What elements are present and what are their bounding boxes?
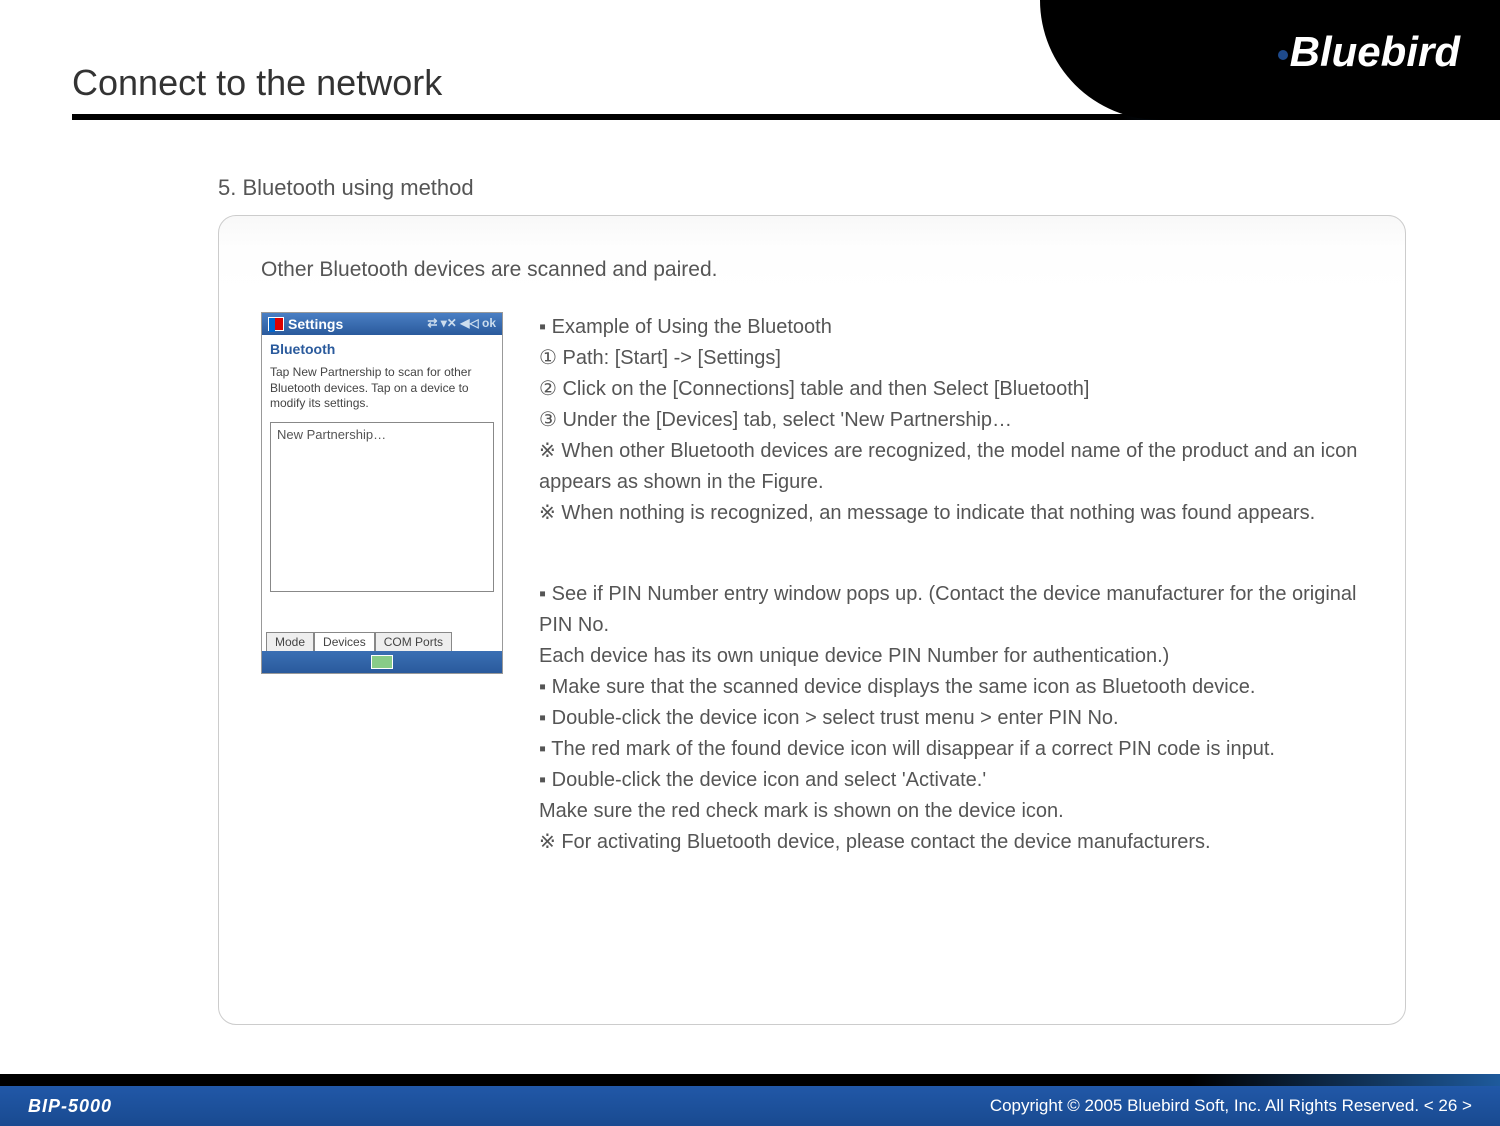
instr-heading: ▪ Example of Using the Bluetooth — [539, 312, 1363, 343]
instr-pin6: ▪ Double-click the device icon and selec… — [539, 765, 1363, 796]
copyright-text: Copyright © 2005 Bluebird Soft, Inc. All… — [990, 1096, 1472, 1116]
section-title: 5. Bluetooth using method — [218, 175, 474, 201]
instr-pin1: ▪ See if PIN Number entry window pops up… — [539, 579, 1363, 641]
brand-logo: Bluebird — [1278, 28, 1460, 76]
intro-text: Other Bluetooth devices are scanned and … — [261, 258, 1363, 282]
page-title: Connect to the network — [72, 62, 442, 104]
brand-text: Bluebird — [1290, 28, 1460, 75]
keyboard-icon — [371, 655, 393, 669]
instr-step1: ① Path: [Start] -> [Settings] — [539, 343, 1363, 374]
screenshot-tabs: Mode Devices COM Ports — [266, 632, 452, 651]
footer-divider — [0, 1074, 1500, 1086]
screenshot-title: Settings — [288, 316, 343, 332]
instr-note2: ※ When nothing is recognized, an message… — [539, 498, 1363, 529]
product-code: BIP-5000 — [28, 1096, 112, 1117]
instr-pin3: ▪ Make sure that the scanned device disp… — [539, 672, 1363, 703]
instr-pin4: ▪ Double-click the device icon > select … — [539, 703, 1363, 734]
instr-pin5: ▪ The red mark of the found device icon … — [539, 734, 1363, 765]
screenshot-device-list: New Partnership… — [270, 422, 494, 592]
instr-final1: Make sure the red check mark is shown on… — [539, 796, 1363, 827]
start-icon — [268, 317, 284, 331]
instr-step2: ② Click on the [Connections] table and t… — [539, 374, 1363, 405]
tab-com-ports: COM Ports — [375, 632, 452, 651]
tab-devices: Devices — [314, 632, 375, 651]
list-item-new-partnership: New Partnership… — [277, 427, 386, 442]
instr-final2: ※ For activating Bluetooth device, pleas… — [539, 827, 1363, 858]
screenshot-titlebar: Settings ⇄ ▾✕ ◀◁ ok — [262, 313, 502, 335]
screenshot-status: ⇄ ▾✕ ◀◁ ok — [427, 316, 496, 330]
screenshot-bottom-bar — [262, 651, 502, 673]
screenshot-subtitle: Bluetooth — [262, 335, 502, 363]
content-panel: Other Bluetooth devices are scanned and … — [218, 215, 1406, 1025]
device-screenshot: Settings ⇄ ▾✕ ◀◁ ok Bluetooth Tap New Pa… — [261, 312, 503, 674]
footer: BIP-5000 Copyright © 2005 Bluebird Soft,… — [0, 1086, 1500, 1126]
screenshot-description: Tap New Partnership to scan for other Bl… — [262, 363, 502, 418]
tab-mode: Mode — [266, 632, 314, 651]
instructions-block: ▪ Example of Using the Bluetooth ① Path:… — [539, 312, 1363, 858]
content-layout: Settings ⇄ ▾✕ ◀◁ ok Bluetooth Tap New Pa… — [261, 312, 1363, 858]
instr-note1: ※ When other Bluetooth devices are recog… — [539, 436, 1363, 498]
instr-step3: ③ Under the [Devices] tab, select 'New P… — [539, 405, 1363, 436]
instr-pin2: Each device has its own unique device PI… — [539, 641, 1363, 672]
